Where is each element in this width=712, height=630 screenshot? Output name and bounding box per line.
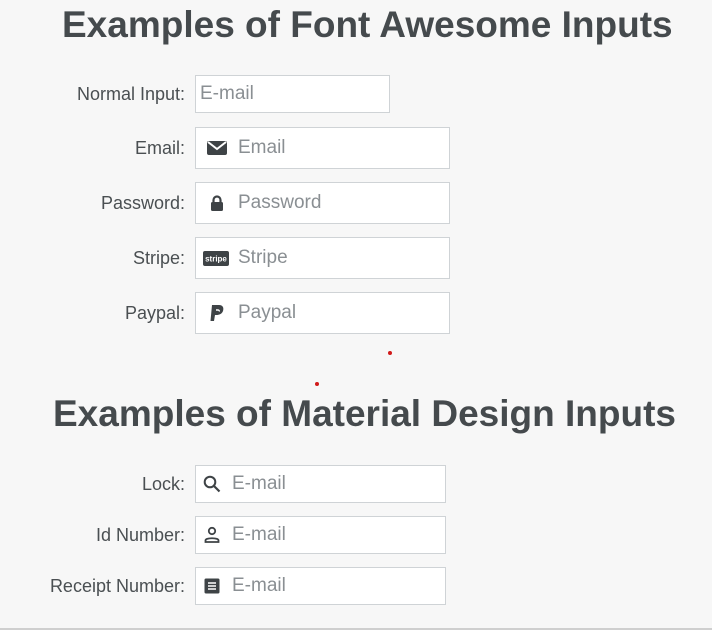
paypal-icon <box>206 302 228 324</box>
email-field[interactable] <box>195 127 450 169</box>
lock-label: Lock: <box>141 473 185 494</box>
marker-dot <box>315 382 319 386</box>
id-number-input[interactable] <box>232 524 445 546</box>
lock-icon <box>206 192 228 214</box>
id-number-row: Id Number: <box>0 516 185 554</box>
normal-input-label: Normal Input: <box>76 83 185 104</box>
password-input[interactable] <box>238 192 449 214</box>
stripe-field[interactable]: stripe <box>195 237 450 279</box>
lock-input[interactable] <box>232 473 445 495</box>
normal-input-row: Normal Input: <box>0 75 185 117</box>
svg-text:stripe: stripe <box>205 254 227 263</box>
stripe-row: Stripe: <box>0 237 185 279</box>
password-row: Password: <box>0 182 185 224</box>
password-label: Password: <box>100 192 185 213</box>
lock-field[interactable] <box>195 465 446 503</box>
person-icon <box>201 524 223 546</box>
marker-dot <box>388 351 392 355</box>
font-awesome-section-title: Examples of Font Awesome Inputs <box>62 4 673 45</box>
envelope-icon <box>206 137 228 159</box>
paypal-row: Paypal: <box>0 292 185 334</box>
lock-row: Lock: <box>0 465 185 503</box>
email-row: Email: <box>0 127 185 169</box>
receipt-number-row: Receipt Number: <box>0 567 185 605</box>
receipt-number-label: Receipt Number: <box>49 575 185 596</box>
stripe-input[interactable] <box>238 247 449 269</box>
receipt-number-input[interactable] <box>232 575 445 597</box>
stripe-label: Stripe: <box>132 247 185 268</box>
paypal-input[interactable] <box>238 302 449 324</box>
password-field[interactable] <box>195 182 450 224</box>
normal-input[interactable] <box>196 83 389 105</box>
receipt-number-field[interactable] <box>195 567 446 605</box>
material-design-section-title: Examples of Material Design Inputs <box>53 393 676 434</box>
stripe-icon: stripe <box>203 247 229 269</box>
paypal-label: Paypal: <box>124 302 185 323</box>
id-number-field[interactable] <box>195 516 446 554</box>
normal-input-field[interactable] <box>195 75 390 113</box>
search-icon <box>201 473 223 495</box>
email-input[interactable] <box>238 137 449 159</box>
receipt-icon <box>201 575 223 597</box>
email-label: Email: <box>134 137 185 158</box>
paypal-field[interactable] <box>195 292 450 334</box>
id-number-label: Id Number: <box>95 524 185 545</box>
